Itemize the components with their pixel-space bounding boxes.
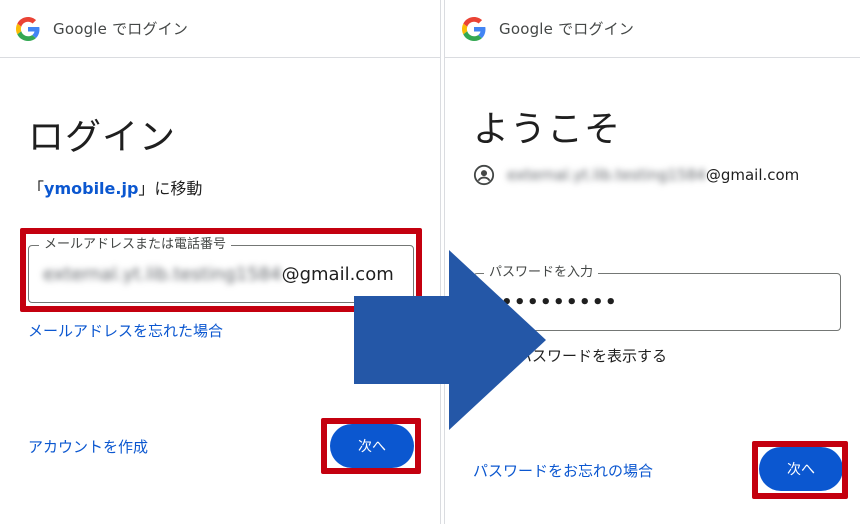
password-field[interactable]: パスワードを入力 ••••••••••	[473, 265, 841, 331]
login-panel-email-step: Google でログイン ログイン 「ymobile.jp」に移動 メールアドレ…	[0, 0, 441, 524]
google-logo-icon	[462, 16, 486, 41]
account-domain: @gmail.com	[705, 166, 800, 184]
forgot-password-link[interactable]: パスワードをお忘れの場合	[473, 460, 653, 481]
subtitle-open-bracket: 「	[28, 179, 45, 198]
email-local-part-blurred: external.yt.lib.testing1584	[43, 264, 282, 285]
account-chip[interactable]: external.yt.lib.testing1584@gmail.com	[507, 166, 799, 184]
create-account-link[interactable]: アカウントを作成	[28, 436, 148, 457]
account-local-part-blurred: external.yt.lib.testing1584	[507, 166, 706, 184]
email-field-value[interactable]: external.yt.lib.testing1584@gmail.com	[43, 264, 394, 285]
forgot-email-link[interactable]: メールアドレスを忘れた場合	[28, 320, 223, 341]
next-button[interactable]: 次へ	[759, 447, 843, 491]
page-title: ログイン	[28, 117, 177, 158]
next-button[interactable]: 次へ	[330, 424, 414, 468]
password-field-value[interactable]: ••••••••••	[488, 292, 618, 313]
login-panel-password-step: Google でログイン ようこそ external.yt.lib.testin…	[444, 0, 860, 524]
page-title: ようこそ	[473, 109, 622, 150]
header-bar: Google でログイン	[0, 0, 440, 58]
email-field[interactable]: メールアドレスまたは電話番号 external.yt.lib.testing15…	[28, 237, 414, 303]
show-password-checkbox[interactable]	[473, 345, 491, 363]
google-logo-icon	[16, 16, 40, 41]
destination-subtitle: 「ymobile.jp」に移動	[28, 175, 202, 199]
subtitle-close-text: 」に移動	[138, 179, 203, 198]
header-title: Google でログイン	[499, 20, 635, 38]
show-password-label[interactable]: パスワードを表示する	[517, 345, 667, 366]
destination-site-link[interactable]: ymobile.jp	[44, 179, 138, 198]
header-title: Google でログイン	[53, 20, 189, 38]
account-circle-icon	[473, 164, 495, 186]
header-bar: Google でログイン	[445, 0, 860, 58]
password-field-label: パスワードを入力	[484, 265, 599, 281]
email-field-label: メールアドレスまたは電話番号	[39, 237, 232, 253]
email-domain: @gmail.com	[281, 264, 394, 285]
